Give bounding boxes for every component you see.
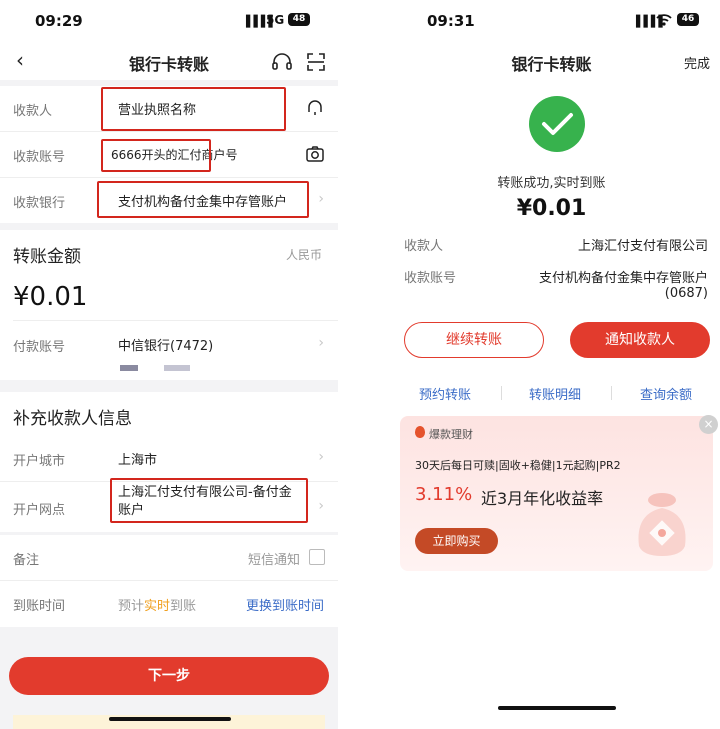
divider xyxy=(13,320,338,321)
city-label: 开户城市 xyxy=(13,454,66,469)
ad-buy-button[interactable]: 立即购买 xyxy=(415,528,498,554)
chevron-right-icon: › xyxy=(318,335,324,351)
result-amount: ¥0.01 xyxy=(516,196,587,221)
masked-balance xyxy=(120,365,190,373)
supplement-section-title: 补充收款人信息 xyxy=(13,409,132,429)
payee-label: 收款人 xyxy=(404,239,444,254)
highlight-box-name xyxy=(101,87,286,131)
sms-checkbox[interactable] xyxy=(309,549,325,565)
continue-transfer-button[interactable]: 继续转账 xyxy=(404,322,544,358)
arrival-suffix: 到账 xyxy=(170,599,197,614)
arrival-estimate: 预计实时到账 xyxy=(118,595,196,614)
chevron-right-icon: › xyxy=(318,449,324,465)
payee-name-label: 收款人 xyxy=(13,104,53,119)
link-divider xyxy=(611,386,612,400)
pay-account-row[interactable]: 付款账号 中信银行(7472) › xyxy=(0,322,338,368)
status-time: 09:29 xyxy=(35,12,83,30)
check-balance-link[interactable]: 查询余额 xyxy=(640,384,692,403)
result-message: 转账成功,实时到账 xyxy=(497,176,606,191)
transfer-form-screen: 09:29 ▌▌▌▌ 5G 48 ‹ 银行卡转账 收款人 营业执照名称 收款账号 xyxy=(0,0,338,729)
transfer-success-screen: 09:31 ▌▌▌▌ 46 银行卡转账 完成 转账成功,实时到账 ¥0.01 收… xyxy=(383,0,720,729)
money-bag-icon xyxy=(638,493,686,556)
done-button[interactable]: 完成 xyxy=(684,53,710,72)
amount-value[interactable]: ¥0.01 xyxy=(13,282,87,312)
highlight-box-account xyxy=(101,139,211,172)
pay-account-label: 付款账号 xyxy=(13,340,66,355)
nav-bar: 银行卡转账 完成 xyxy=(383,44,720,80)
branch-label: 开户网点 xyxy=(13,503,66,518)
network-label: 5G xyxy=(266,13,285,27)
currency-label: 人民币 xyxy=(285,248,322,262)
close-ad-icon[interactable]: × xyxy=(699,415,718,434)
camera-icon[interactable] xyxy=(306,146,324,162)
city-value: 上海市 xyxy=(118,453,158,468)
flame-icon xyxy=(415,426,425,438)
payee-account-label: 收款账号 xyxy=(13,150,66,165)
change-arrival-link[interactable]: 更换到账时间 xyxy=(246,595,324,614)
ad-brand: 爆款理财 xyxy=(429,428,473,441)
battery-icon: 48 xyxy=(288,13,310,26)
schedule-transfer-link[interactable]: 预约转账 xyxy=(419,384,471,403)
wifi-icon xyxy=(656,14,672,26)
highlight-box-branch xyxy=(110,478,308,523)
status-bar: 09:29 ▌▌▌▌ 5G 48 xyxy=(0,0,338,44)
ad-features: 30天后每日可赎|固收+稳健|1元起购|PR2 xyxy=(415,459,621,472)
next-button[interactable]: 下一步 xyxy=(9,657,329,695)
wealth-ad-card[interactable]: 爆款理财 30天后每日可赎|固收+稳健|1元起购|PR2 3.11% 近3月年化… xyxy=(400,416,713,571)
amount-section-title: 转账金额 xyxy=(13,247,81,267)
account-value-line1: 支付机构备付金集中存管账户 xyxy=(538,271,708,286)
status-time: 09:31 xyxy=(427,12,475,30)
transfer-detail-link[interactable]: 转账明细 xyxy=(529,384,581,403)
chevron-right-icon: › xyxy=(318,498,324,514)
account-value-line2: (0687) xyxy=(664,286,708,301)
ad-rate-desc: 近3月年化收益率 xyxy=(481,489,604,508)
payee-value: 上海汇付支付有限公司 xyxy=(577,239,708,254)
link-divider xyxy=(501,386,502,400)
battery-icon: 46 xyxy=(677,13,699,26)
city-row[interactable]: 开户城市 上海市 › xyxy=(0,436,338,482)
pay-account-value: 中信银行(7472) xyxy=(118,339,214,354)
headset-icon[interactable] xyxy=(271,52,293,72)
home-indicator xyxy=(109,717,231,721)
contact-icon[interactable] xyxy=(306,98,324,118)
account-label: 收款账号 xyxy=(404,271,457,286)
chevron-right-icon: › xyxy=(318,191,324,207)
scan-icon[interactable] xyxy=(306,52,326,72)
success-check-icon xyxy=(529,96,585,152)
status-bar: 09:31 ▌▌▌▌ 46 xyxy=(383,0,720,44)
arrival-highlight: 实时 xyxy=(144,599,171,614)
arrival-row: 到账时间 预计实时到账 更换到账时间 xyxy=(0,581,338,627)
arrival-label: 到账时间 xyxy=(13,599,66,614)
ad-rate: 3.11% xyxy=(415,484,473,505)
sms-label: 短信通知 xyxy=(247,553,300,568)
page-title: 银行卡转账 xyxy=(511,55,592,74)
payee-bank-label: 收款银行 xyxy=(13,196,66,211)
home-indicator xyxy=(498,706,616,710)
remark-row[interactable]: 备注 短信通知 xyxy=(0,535,338,581)
highlight-box-bank xyxy=(97,181,309,218)
amount-card: 转账金额 人民币 ¥0.01 付款账号 中信银行(7472) › xyxy=(0,230,338,380)
remark-label: 备注 xyxy=(13,553,40,568)
arrival-prefix: 预计 xyxy=(118,599,145,614)
remark-card: 备注 短信通知 到账时间 预计实时到账 更换到账时间 xyxy=(0,535,338,627)
notify-payee-button[interactable]: 通知收款人 xyxy=(570,322,710,358)
nav-bar: ‹ 银行卡转账 xyxy=(0,44,338,80)
